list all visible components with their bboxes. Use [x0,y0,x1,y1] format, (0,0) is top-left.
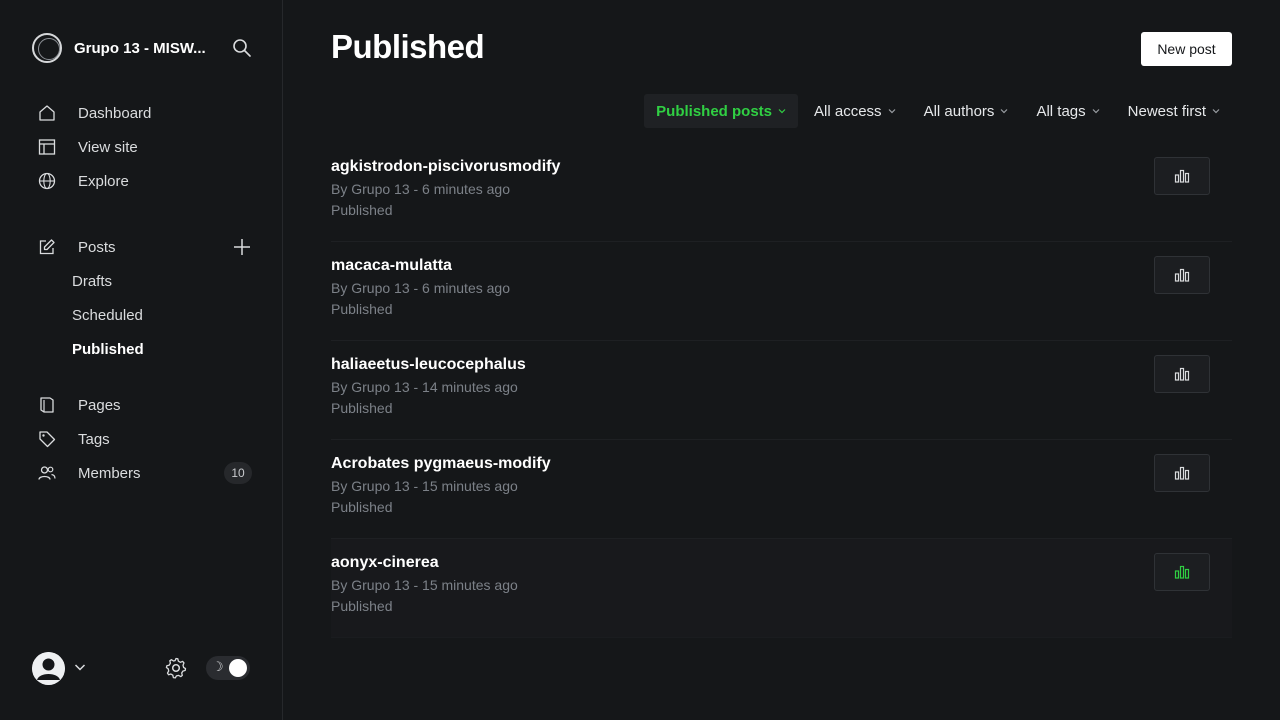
post-title[interactable]: agkistrodon-piscivorusmodify [331,158,560,176]
nav-item-members[interactable]: Members 10 [32,456,252,490]
post-title[interactable]: aonyx-cinerea [331,554,439,572]
analytics-button[interactable] [1154,355,1210,393]
site-logo-icon [32,33,62,63]
nav-item-label: Tags [78,430,110,448]
secondary-nav: Pages Tags Members 10 [32,388,252,490]
nav-item-label: Scheduled [72,306,143,324]
post-status: Published [331,301,393,317]
add-post-icon[interactable] [232,237,252,257]
post-row[interactable]: aonyx-cinerea By Grupo 13 - 15 minutes a… [331,539,1232,638]
nav-item-scheduled[interactable]: Scheduled [32,298,252,332]
nav-item-label: Posts [78,238,116,256]
bar-chart-icon [1174,565,1190,579]
members-count-badge: 10 [224,462,252,484]
toggle-knob [229,659,247,677]
nav-item-explore[interactable]: Explore [32,164,252,198]
nav-item-view-site[interactable]: View site [32,130,252,164]
post-meta: By Grupo 13 - 6 minutes ago [331,280,510,296]
filter-label: All authors [923,102,995,120]
nav-item-label: Members [78,464,141,482]
post-row[interactable]: Acrobates pygmaeus-modify By Grupo 13 - … [331,440,1232,539]
post-row[interactable]: haliaeetus-leucocephalus By Grupo 13 - 1… [331,341,1232,440]
analytics-button[interactable] [1154,553,1210,591]
filter-authors[interactable]: All authors [912,94,1021,128]
gear-icon[interactable] [164,656,188,685]
page-title: Published [331,28,485,65]
post-list: agkistrodon-piscivorusmodify By Grupo 13… [331,143,1232,638]
post-row[interactable]: agkistrodon-piscivorusmodify By Grupo 13… [331,143,1232,242]
chevron-down-icon[interactable] [74,660,86,678]
post-meta: By Grupo 13 - 14 minutes ago [331,379,518,395]
bar-chart-icon [1174,169,1190,183]
filter-sort[interactable]: Newest first [1116,94,1232,128]
analytics-button[interactable] [1154,157,1210,195]
nav-item-label: Drafts [72,272,113,290]
chevron-down-icon [1092,107,1100,115]
tag-icon [38,430,56,448]
chevron-down-icon [1212,107,1220,115]
filter-post-type[interactable]: Published posts [644,94,799,128]
filter-access[interactable]: All access [802,94,908,128]
nav-item-label: Published [72,340,144,358]
nav-item-posts[interactable]: Posts [32,230,252,264]
nav-item-published[interactable]: Published [32,332,252,366]
post-title[interactable]: macaca-mulatta [331,257,452,275]
post-meta: By Grupo 13 - 15 minutes ago [331,478,518,494]
chevron-down-icon [1000,107,1008,115]
nav-item-dashboard[interactable]: Dashboard [32,96,252,130]
globe-icon [38,172,56,190]
primary-nav: Dashboard View site Explore [32,96,252,198]
nav-item-pages[interactable]: Pages [32,388,252,422]
post-meta: By Grupo 13 - 6 minutes ago [331,181,510,197]
filter-tags[interactable]: All tags [1024,94,1111,128]
post-status: Published [331,202,393,218]
nav-item-tags[interactable]: Tags [32,422,252,456]
filter-label: All access [814,102,882,120]
nav-item-label: Dashboard [78,104,152,122]
nav-item-drafts[interactable]: Drafts [32,264,252,298]
nav-item-label: Pages [78,396,121,414]
filter-bar: Published posts All access All authors A… [640,94,1232,128]
house-icon [38,104,56,122]
post-status: Published [331,598,393,614]
analytics-button[interactable] [1154,454,1210,492]
filter-label: Published posts [656,102,773,120]
post-title[interactable]: Acrobates pygmaeus-modify [331,455,551,473]
analytics-button[interactable] [1154,256,1210,294]
post-row[interactable]: macaca-mulatta By Grupo 13 - 6 minutes a… [331,242,1232,341]
filter-label: Newest first [1127,102,1206,120]
chevron-down-icon [778,107,786,115]
sidebar: Grupo 13 - MISW... Dashboard View site E… [0,0,283,720]
members-icon [38,464,56,482]
post-meta: By Grupo 13 - 15 minutes ago [331,577,518,593]
sidebar-footer: ☽ [32,650,252,686]
post-status: Published [331,400,393,416]
posts-nav: Posts Drafts Scheduled Published [32,230,252,366]
post-status: Published [331,499,393,515]
chevron-down-icon [888,107,896,115]
filter-label: All tags [1036,102,1086,120]
pages-icon [38,396,56,414]
search-icon[interactable] [232,38,252,58]
nav-item-label: View site [78,138,138,156]
post-title[interactable]: haliaeetus-leucocephalus [331,356,526,374]
new-post-button[interactable]: New post [1141,32,1232,66]
bar-chart-icon [1174,466,1190,480]
bar-chart-icon [1174,268,1190,282]
moon-icon: ☽ [212,659,224,674]
brand[interactable]: Grupo 13 - MISW... [32,32,252,64]
theme-toggle[interactable]: ☽ [206,656,250,680]
bar-chart-icon [1174,367,1190,381]
site-title: Grupo 13 - MISW... [74,39,206,57]
avatar[interactable] [32,652,65,685]
edit-icon [38,238,56,256]
nav-item-label: Explore [78,172,129,190]
browser-icon [38,138,56,156]
